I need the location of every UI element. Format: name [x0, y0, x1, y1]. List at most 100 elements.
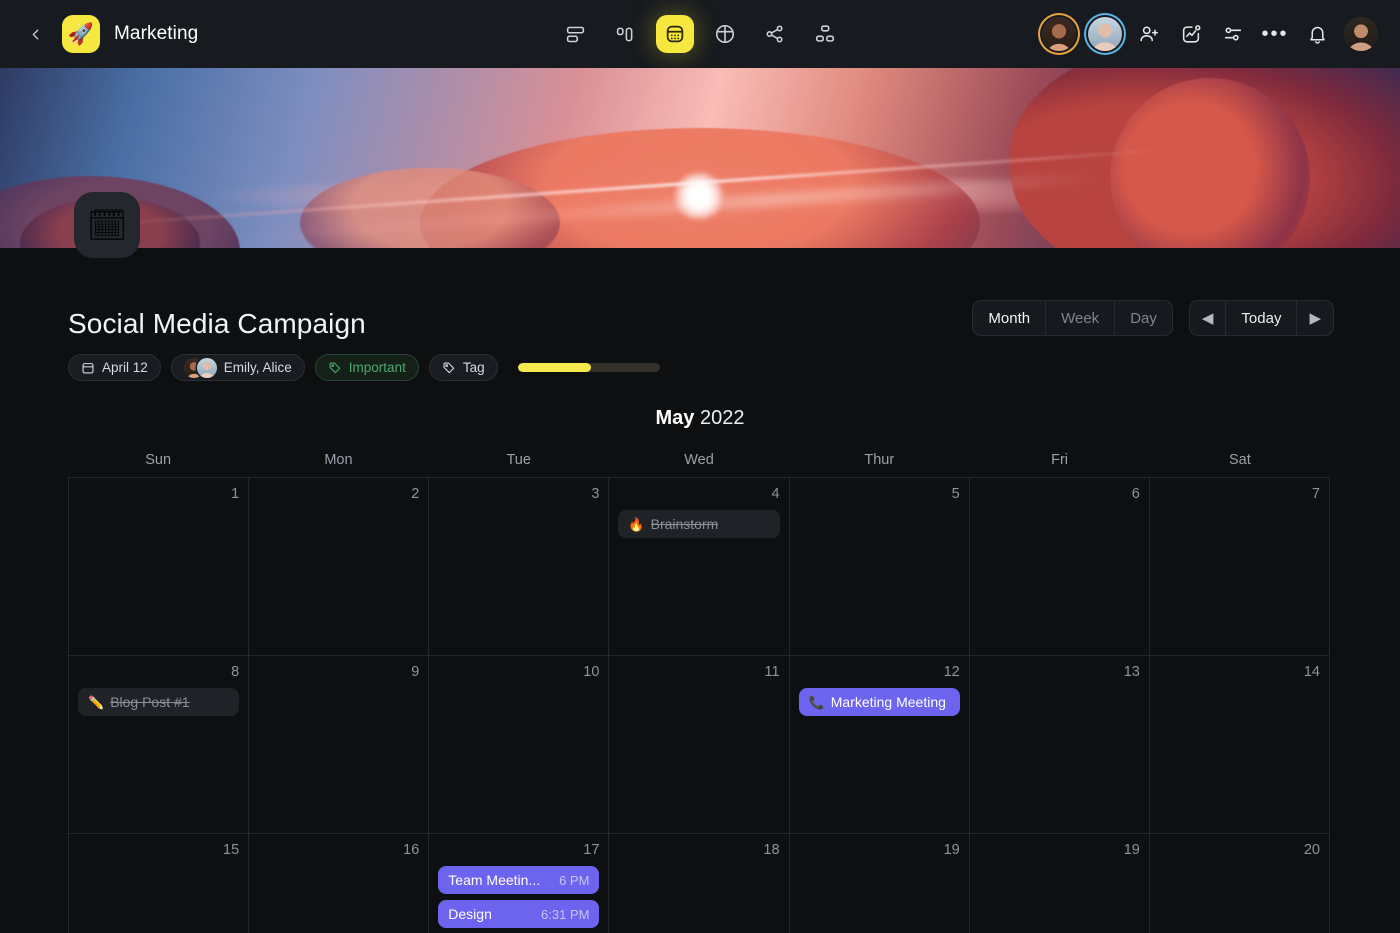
- event-time: 6 PM: [559, 873, 589, 888]
- calendar-day-cell[interactable]: 12 📞Marketing Meeting: [790, 656, 970, 834]
- range-week-button[interactable]: Week: [1046, 301, 1115, 335]
- calendar-controls: Month Week Day ◀ Today ▶: [972, 300, 1334, 340]
- rocket-icon: 🚀: [68, 24, 94, 45]
- tag-pill[interactable]: Tag: [429, 354, 498, 381]
- add-member-icon[interactable]: [1134, 19, 1164, 49]
- today-button[interactable]: Today: [1226, 301, 1297, 335]
- weekday-thur: Thur: [789, 452, 969, 468]
- weekday-mon: Mon: [248, 452, 428, 468]
- calendar-day-cell[interactable]: 8✏️Blog Post #1: [69, 656, 249, 834]
- day-number: 12: [799, 664, 960, 680]
- calendar-day-cell[interactable]: 18: [609, 834, 789, 933]
- avatar[interactable]: [1088, 17, 1122, 51]
- calendar-day-cell[interactable]: 15: [69, 834, 249, 933]
- calendar-day-cell[interactable]: 2: [249, 478, 429, 656]
- board-view-button[interactable]: [606, 15, 644, 53]
- activity-icon[interactable]: [1176, 19, 1206, 49]
- event-label: Marketing Meeting: [831, 694, 946, 710]
- calendar-day-cell[interactable]: 10: [429, 656, 609, 834]
- event-time: 6:31 PM: [541, 907, 589, 922]
- calendar-day-cell[interactable]: 1: [69, 478, 249, 656]
- day-number: 2: [258, 486, 419, 502]
- calendar-event[interactable]: Team Meetin... 6 PM: [438, 866, 599, 894]
- day-number: 6: [979, 486, 1140, 502]
- avatar[interactable]: [1042, 17, 1076, 51]
- user-avatar[interactable]: [1344, 17, 1378, 51]
- date-pill-label: April 12: [102, 360, 148, 375]
- calendar-day-cell[interactable]: 4 🔥Brainstorm: [609, 478, 789, 656]
- date-pill[interactable]: April 12: [68, 354, 161, 381]
- calendar-event[interactable]: 🔥Brainstorm: [618, 510, 779, 538]
- list-view-button[interactable]: [556, 15, 594, 53]
- tag-important-label: Important: [349, 360, 406, 375]
- view-switcher: [556, 15, 844, 53]
- calendar-day-cell[interactable]: 14: [1150, 656, 1330, 834]
- app-icon[interactable]: 🚀: [62, 15, 100, 53]
- tag-important-pill[interactable]: Important: [315, 354, 419, 381]
- bell-icon[interactable]: [1302, 19, 1332, 49]
- day-number: 5: [799, 486, 960, 502]
- calendar-day-cell[interactable]: 19: [970, 834, 1150, 933]
- day-number: 20: [1159, 842, 1320, 858]
- more-icon[interactable]: •••: [1260, 19, 1290, 49]
- topbar-left-group: 🚀 Marketing: [22, 15, 198, 53]
- calendar-event[interactable]: 📞Marketing Meeting: [799, 688, 960, 716]
- calendar-day-cell[interactable]: 19: [790, 834, 970, 933]
- calendar-day-cell[interactable]: 20: [1150, 834, 1330, 933]
- day-number: 9: [258, 664, 419, 680]
- calendar-day-cell[interactable]: 3: [429, 478, 609, 656]
- calendar-period-title: May 2022: [0, 407, 1400, 430]
- progress-bar[interactable]: [518, 363, 660, 372]
- topbar-right-group: •••: [1042, 17, 1378, 51]
- top-bar: 🚀 Marketing: [0, 0, 1400, 68]
- progress-fill: [518, 363, 592, 372]
- cover-banner: [0, 68, 1400, 248]
- share-view-button[interactable]: [756, 15, 794, 53]
- org-view-button[interactable]: [806, 15, 844, 53]
- back-button[interactable]: [22, 21, 48, 47]
- calendar-view-button[interactable]: [656, 15, 694, 53]
- calendar-day-cell[interactable]: 17 Team Meetin... 6 PM Design 6:31 PM: [429, 834, 609, 933]
- header-row: Social Media Campaign Month Week Day ◀ T…: [0, 248, 1400, 340]
- day-number: 17: [438, 842, 599, 858]
- day-number: 7: [1159, 486, 1320, 502]
- calendar-icon: [81, 361, 95, 375]
- assignees-pill[interactable]: Emily, Alice: [171, 354, 305, 381]
- calendar-event[interactable]: ✏️Blog Post #1: [78, 688, 239, 716]
- calendar-day-cell[interactable]: 6: [970, 478, 1150, 656]
- calendar-day-cell[interactable]: 16: [249, 834, 429, 933]
- range-day-button[interactable]: Day: [1115, 301, 1172, 335]
- event-label: Design: [448, 906, 492, 922]
- day-number: 13: [979, 664, 1140, 680]
- calendar-grid: 1234🔥Brainstorm5678✏️Blog Post #19101112…: [68, 477, 1330, 933]
- document-meta-row: April 12 Emily, Alice Important Tag: [0, 340, 1400, 381]
- prev-period-button[interactable]: ◀: [1190, 301, 1227, 335]
- app-title: Marketing: [114, 23, 198, 45]
- tag-icon: [442, 361, 456, 375]
- avatar-group: [184, 358, 217, 378]
- day-number: 19: [979, 842, 1140, 858]
- table-view-button[interactable]: [706, 15, 744, 53]
- day-number: 4: [618, 486, 779, 502]
- calendar-day-cell[interactable]: 9: [249, 656, 429, 834]
- tag-icon: [328, 361, 342, 375]
- day-number: 3: [438, 486, 599, 502]
- weekday-sun: Sun: [68, 452, 248, 468]
- calendar-day-cell[interactable]: 13: [970, 656, 1150, 834]
- calendar-year: 2022: [700, 407, 745, 429]
- day-number: 11: [618, 664, 779, 680]
- calendar-day-cell[interactable]: 7: [1150, 478, 1330, 656]
- calendar-day-cell[interactable]: 5: [790, 478, 970, 656]
- more-dots: •••: [1261, 30, 1288, 38]
- document-icon[interactable]: 🗓: [74, 192, 140, 258]
- calendar-month: May: [656, 407, 695, 429]
- event-label: Team Meetin...: [448, 872, 540, 888]
- day-number: 14: [1159, 664, 1320, 680]
- day-number: 15: [78, 842, 239, 858]
- calendar-day-cell[interactable]: 11: [609, 656, 789, 834]
- filter-icon[interactable]: [1218, 19, 1248, 49]
- next-period-button[interactable]: ▶: [1297, 301, 1333, 335]
- day-number: 19: [799, 842, 960, 858]
- calendar-event[interactable]: Design 6:31 PM: [438, 900, 599, 928]
- range-month-button[interactable]: Month: [973, 301, 1046, 335]
